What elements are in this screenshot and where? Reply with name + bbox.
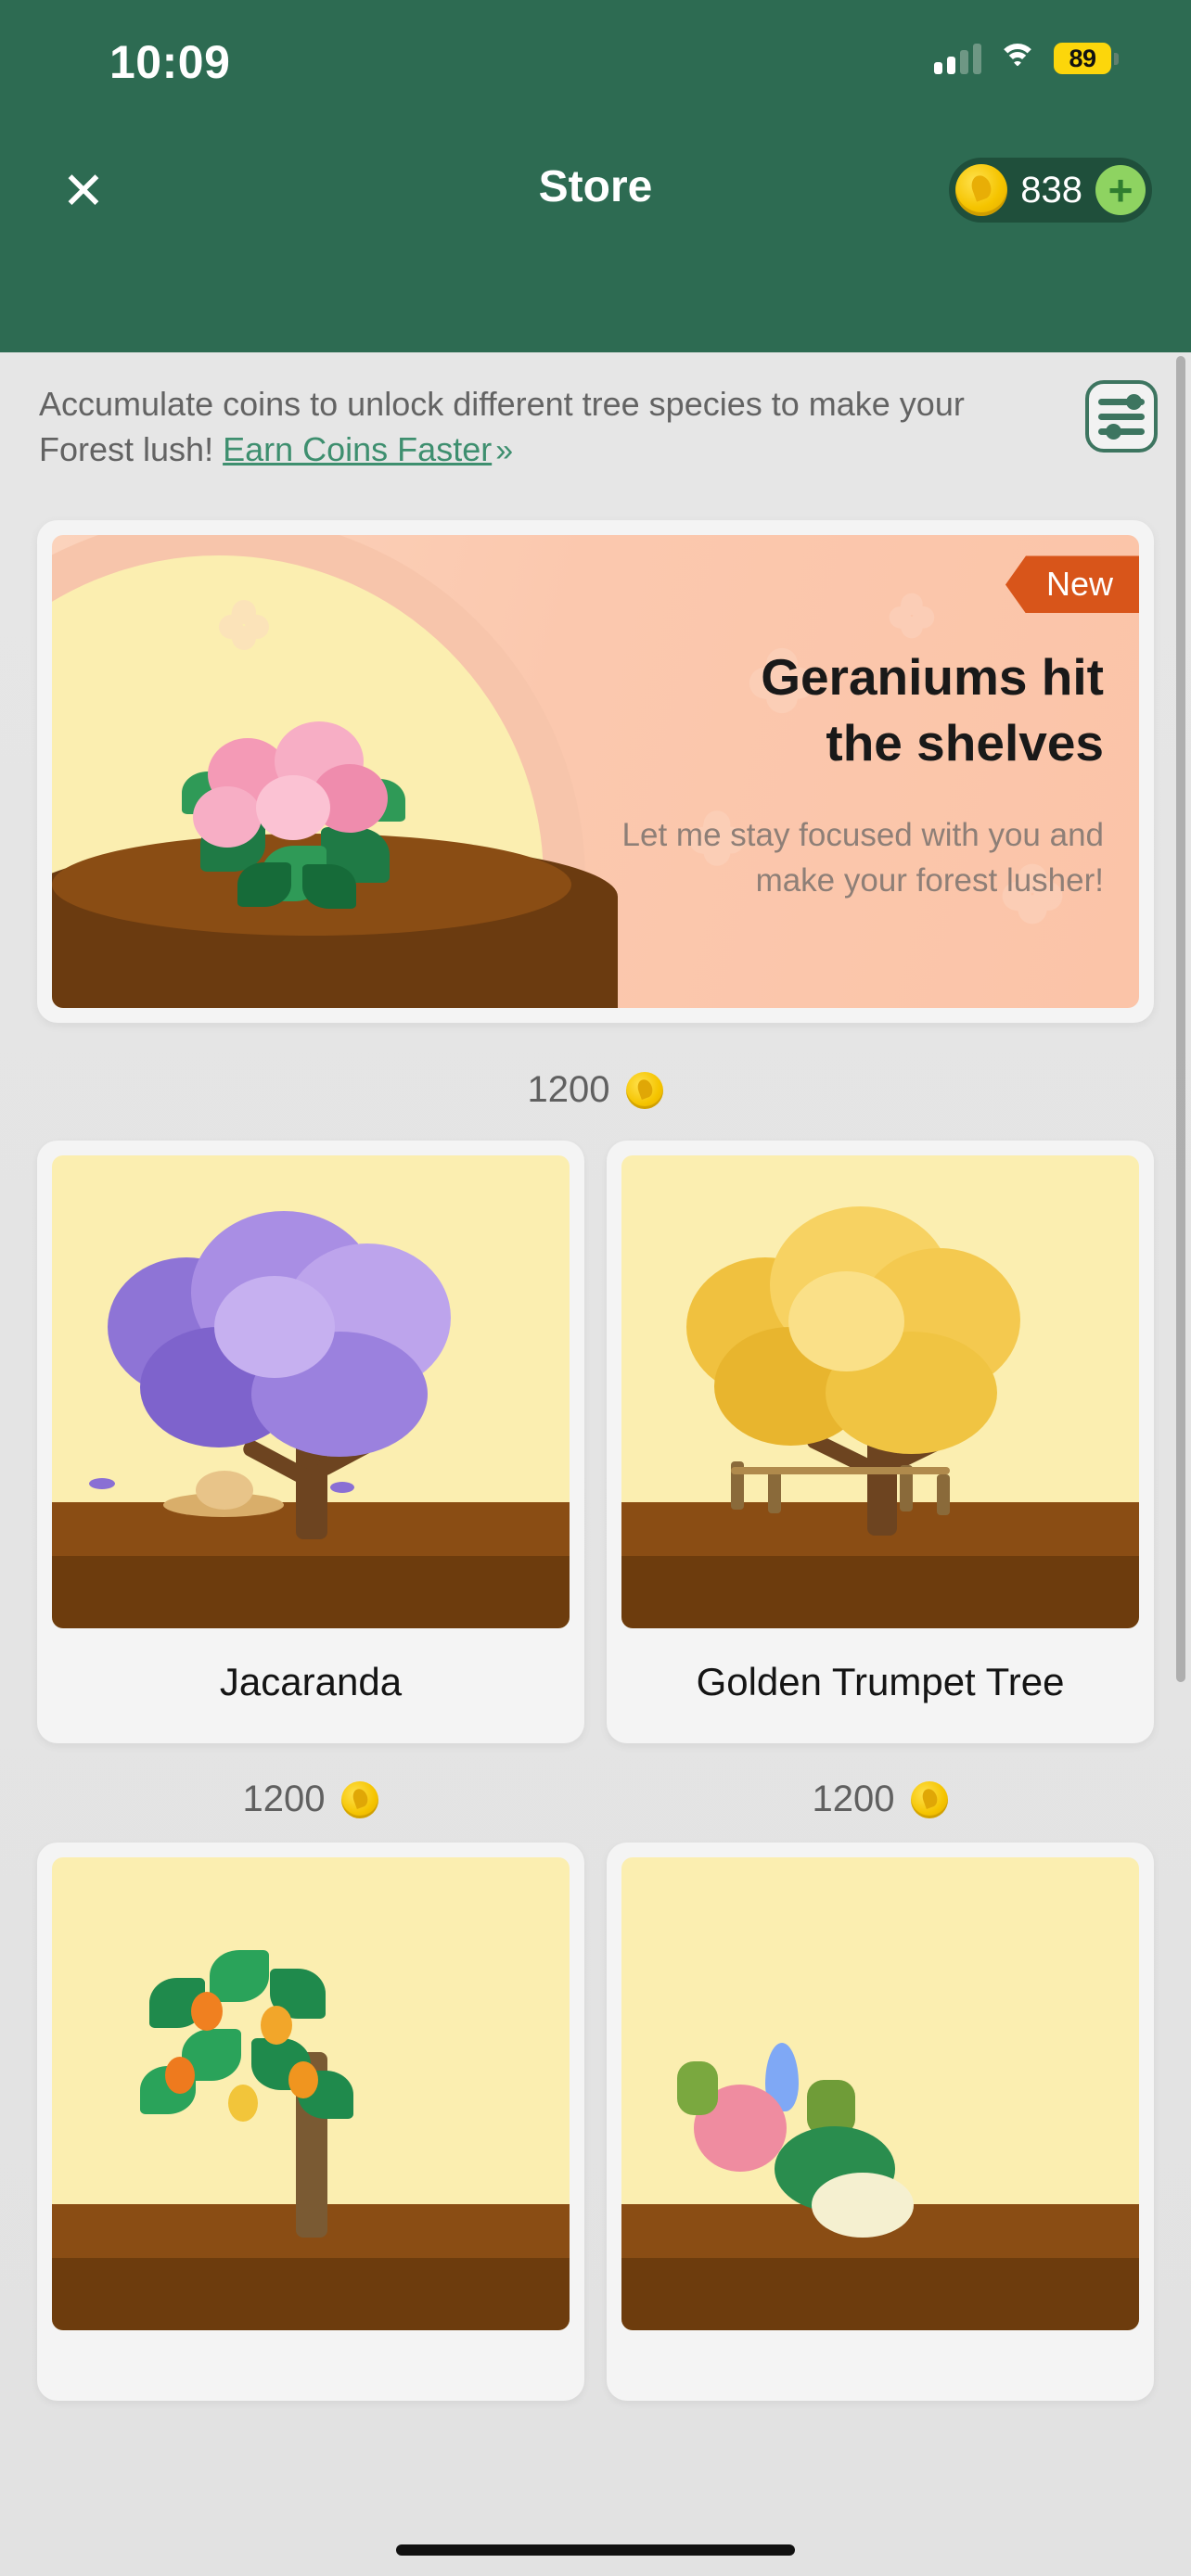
store-description: Accumulate coins to unlock different tre…: [39, 382, 1022, 472]
product-price-row: 1200: [607, 1779, 1154, 1820]
product-card-golden-trumpet-tree[interactable]: Golden Trumpet Tree: [607, 1141, 1154, 1744]
sliders-filter-icon[interactable]: [1085, 380, 1158, 453]
product-cell: Golden Trumpet Tree 1200: [607, 1141, 1154, 1820]
new-badge: New: [1005, 555, 1139, 614]
featured-banner-card[interactable]: New Geraniums hit the shelves Let me sta…: [37, 520, 1154, 1024]
store-screen: 10:09 89 ✕ Store 838 + Classic Exclusive…: [0, 0, 1191, 2576]
product-price: 1200: [812, 1779, 895, 1820]
decor-petal: [887, 592, 937, 641]
battery-percent: 89: [1054, 43, 1111, 74]
product-cell: [37, 1843, 584, 2402]
featured-artwork: New Geraniums hit the shelves Let me sta…: [52, 535, 1139, 1009]
featured-title-line1: Geraniums hit: [761, 648, 1104, 707]
home-indicator: [396, 2544, 795, 2556]
product-name: [52, 2330, 570, 2386]
chevron-right-icon[interactable]: »: [492, 433, 513, 468]
product-name: Golden Trumpet Tree: [696, 1660, 1065, 1704]
lotus-pond-illustration: [621, 1857, 1139, 2331]
product-grid: Jacaranda 1200 Golden Trumpet Tree 1200: [0, 1124, 1191, 2402]
battery-icon: 89: [1054, 43, 1119, 74]
product-price-row: 1200: [37, 1779, 584, 1820]
wifi-icon: [998, 44, 1037, 73]
scrollbar-track[interactable]: [1176, 356, 1185, 2563]
nav-bar: ✕ Store 838 + Classic Exclusive Sound: [0, 130, 1191, 482]
featured-price: 1200: [527, 1069, 610, 1111]
status-bar: 10:09 89: [0, 0, 1191, 130]
featured-title-line2: the shelves: [826, 713, 1104, 772]
jacaranda-tree-illustration: [52, 1155, 570, 1629]
product-cell: Jacaranda 1200: [37, 1141, 584, 1820]
product-card-jacaranda[interactable]: Jacaranda: [37, 1141, 584, 1744]
coin-icon: [955, 164, 1008, 216]
coin-icon: [626, 1071, 664, 1109]
product-price: 1200: [242, 1779, 326, 1820]
description-row: Accumulate coins to unlock different tre…: [0, 352, 1191, 481]
earn-coins-faster-link[interactable]: Earn Coins Faster: [223, 430, 492, 468]
featured-subtitle: Let me stay focused with you and make yo…: [621, 817, 1104, 899]
cellular-bars-icon: [934, 43, 981, 74]
orange-tree-illustration: [52, 1857, 570, 2331]
featured-price-row: 1200: [0, 1069, 1191, 1111]
coin-balance-badge[interactable]: 838 +: [949, 158, 1152, 223]
coin-icon: [911, 1780, 949, 1818]
geranium-bush-illustration: [173, 707, 414, 920]
decor-petal: [216, 598, 272, 653]
product-name: [621, 2330, 1139, 2386]
store-content: Accumulate coins to unlock different tre…: [0, 352, 1191, 2576]
add-coins-button[interactable]: +: [1095, 165, 1146, 215]
status-time: 10:09: [109, 36, 231, 88]
product-cell: [607, 1843, 1154, 2402]
product-name: Jacaranda: [219, 1660, 403, 1704]
battery-tip: [1114, 52, 1119, 65]
product-card-lotus-pond[interactable]: [607, 1843, 1154, 2402]
coin-icon: [341, 1780, 379, 1818]
golden-trumpet-tree-illustration: [621, 1155, 1139, 1629]
status-icons: 89: [934, 43, 1119, 74]
coin-balance: 838: [1020, 169, 1082, 210]
product-card-orange-tree[interactable]: [37, 1843, 584, 2402]
featured-title: Geraniums hit the shelves: [603, 644, 1104, 775]
scrollbar-thumb[interactable]: [1176, 356, 1185, 1682]
